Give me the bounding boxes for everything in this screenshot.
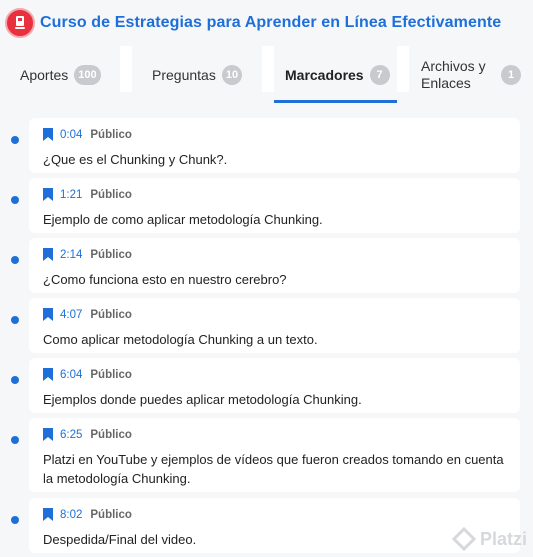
- bookmark-card[interactable]: 0:04 Público ¿Que es el Chunking y Chunk…: [29, 118, 520, 173]
- bookmark-text: Platzi en YouTube y ejemplos de vídeos q…: [43, 452, 504, 486]
- timeline-dot: [11, 256, 19, 264]
- bookmark-time[interactable]: 6:25: [60, 429, 82, 441]
- bookmark-card[interactable]: 4:07 Público Como aplicar metodología Ch…: [29, 298, 520, 353]
- platzi-logo-icon: [451, 527, 476, 551]
- bookmark-time[interactable]: 6:04: [60, 369, 82, 381]
- bookmark-icon: [43, 308, 53, 321]
- course-header: Curso de Estrategias para Aprender en Lí…: [0, 0, 533, 46]
- bookmark-text: ¿Que es el Chunking y Chunk?.: [43, 152, 228, 167]
- visibility-label: Público: [90, 248, 132, 261]
- bookmark-icon: [43, 128, 53, 141]
- tab-divider: [120, 46, 132, 92]
- bookmark-text: Ejemplo de como aplicar metodología Chun…: [43, 212, 323, 227]
- timeline-dot: [11, 196, 19, 204]
- tab-marcadores[interactable]: Marcadores 7: [274, 46, 397, 103]
- tab-count-badge: 100: [74, 64, 101, 85]
- bookmark-card[interactable]: 8:02 Público Despedida/Final del video.: [29, 498, 520, 553]
- bookmark-time[interactable]: 4:07: [60, 309, 82, 321]
- bookmark-icon: [43, 428, 53, 441]
- bookmark-time[interactable]: 1:21: [60, 189, 82, 201]
- bookmark-card[interactable]: 2:14 Público ¿Como funciona esto en nues…: [29, 238, 520, 293]
- watermark-text: Platzi: [479, 528, 527, 549]
- course-title[interactable]: Curso de Estrategias para Aprender en Lí…: [40, 14, 501, 32]
- bookmark-text: Como aplicar metodología Chunking a un t…: [43, 332, 318, 347]
- tab-label: Archivos y Enlaces: [421, 57, 486, 91]
- tab-aportes[interactable]: Aportes 100: [0, 46, 120, 103]
- bookmark-text: Despedida/Final del video.: [43, 532, 197, 547]
- tab-label: Preguntas: [152, 66, 216, 83]
- timeline-dot: [11, 516, 19, 524]
- bookmark-text: Ejemplos donde puedes aplicar metodologí…: [43, 392, 362, 407]
- bookmark-icon: [43, 248, 53, 261]
- tab-divider: [397, 46, 409, 92]
- bookmark-icon: [43, 188, 53, 201]
- visibility-label: Público: [90, 128, 132, 141]
- visibility-label: Público: [90, 508, 132, 521]
- platzi-watermark: Platzi: [451, 527, 527, 551]
- tab-preguntas[interactable]: Preguntas 10: [132, 46, 262, 103]
- bookmark-time[interactable]: 2:14: [60, 249, 82, 261]
- tab-count-badge: 7: [369, 64, 390, 85]
- bookmark-card[interactable]: 6:04 Público Ejemplos donde puedes aplic…: [29, 358, 520, 413]
- bookmark-text: ¿Como funciona esto en nuestro cerebro?: [43, 272, 287, 287]
- tab-divider: [262, 46, 274, 92]
- active-tab-indicator: [274, 100, 397, 103]
- course-badge-icon: [5, 8, 35, 38]
- visibility-label: Público: [90, 188, 132, 201]
- tab-archivos[interactable]: Archivos y Enlaces 1: [409, 46, 533, 103]
- visibility-label: Público: [90, 368, 132, 381]
- bookmark-icon: [43, 368, 53, 381]
- bookmark-time[interactable]: 0:04: [60, 129, 82, 141]
- visibility-label: Público: [90, 308, 132, 321]
- timeline-dot: [11, 136, 19, 144]
- bookmark-time[interactable]: 8:02: [60, 509, 82, 521]
- bookmark-card[interactable]: 1:21 Público Ejemplo de como aplicar met…: [29, 178, 520, 233]
- bookmark-card[interactable]: 6:25 Público Platzi en YouTube y ejemplo…: [29, 418, 520, 492]
- tab-label: Marcadores: [285, 66, 364, 83]
- tab-count-badge: 10: [221, 64, 243, 85]
- visibility-label: Público: [90, 428, 132, 441]
- timeline-dot: [11, 436, 19, 444]
- timeline-dot: [11, 316, 19, 324]
- tab-label: Aportes: [20, 66, 69, 83]
- bookmark-icon: [43, 508, 53, 521]
- tab-count-badge: 1: [501, 64, 521, 85]
- tab-bar: Aportes 100 Preguntas 10 Marcadores 7 Ar…: [0, 46, 533, 103]
- timeline-dot: [11, 376, 19, 384]
